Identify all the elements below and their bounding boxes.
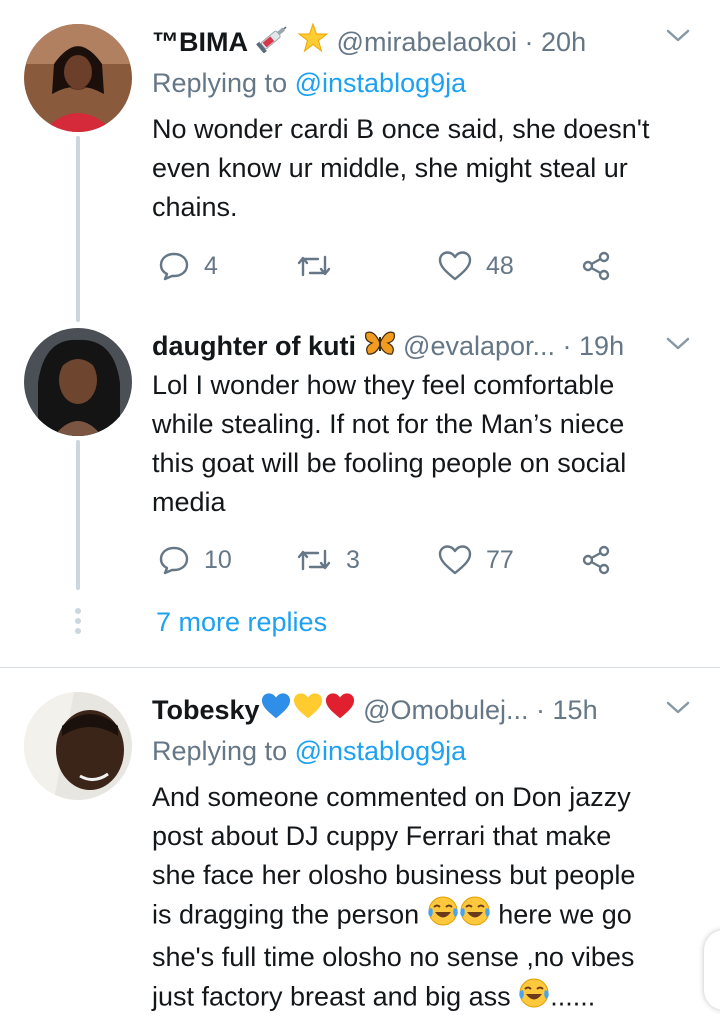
avatar[interactable] (24, 692, 132, 800)
tweet-header: Tobesky @Omobulej... · 15h (152, 690, 696, 730)
chevron-down-icon[interactable] (666, 700, 690, 721)
avatar[interactable] (24, 24, 132, 132)
butterfly-emoji (364, 328, 396, 368)
thread-line (76, 136, 80, 322)
like-count: 48 (486, 251, 514, 280)
share-icon (582, 545, 610, 575)
share-icon (582, 251, 610, 281)
tweet-line-part: is dragging the person (152, 899, 427, 930)
tweet-line: she's full time olosho no sense ,no vibe… (152, 942, 635, 972)
handle[interactable]: @evalapor... (403, 331, 555, 361)
tweet-line: even know ur middle, she might steal ur (152, 153, 628, 183)
replying-to: Replying to @instablog9ja (152, 732, 466, 770)
joy-emoji (518, 977, 550, 1020)
blue-heart-emoji (260, 691, 292, 732)
tweet-line: she face her olosho business but people (152, 860, 636, 890)
tweet-line: is dragging the person here we go (152, 895, 694, 938)
heart-icon (438, 251, 472, 281)
replying-to: Replying to @instablog9ja (152, 64, 466, 102)
tweet-line: chains. (152, 192, 238, 222)
tweet-line: while stealing. If not for the Man’s nie… (152, 409, 625, 439)
tweet-header: daughter of kuti @evalapor... · 19h (152, 326, 696, 366)
more-replies-link[interactable]: 7 more replies (156, 602, 327, 642)
chevron-down-icon[interactable] (666, 28, 690, 49)
tweet-line: post about DJ cuppy Ferrari that make (152, 821, 612, 851)
retweet-icon (297, 549, 331, 571)
joy-emoji (459, 895, 491, 938)
tweet-line: media (152, 487, 226, 517)
tweet-line: And someone commented on Don jazzy (152, 782, 631, 812)
timestamp[interactable]: · 19h (563, 331, 625, 361)
thread-line (76, 440, 80, 590)
tweet-line: Lol I wonder how they feel comfortable (152, 370, 615, 400)
like-count: 77 (486, 545, 514, 574)
tweet-text: And someone commented on Don jazzy post … (152, 778, 694, 1020)
timestamp[interactable]: · 20h (525, 27, 587, 57)
joy-emoji (427, 895, 459, 938)
display-name[interactable]: Tobesky (152, 695, 260, 725)
share-button[interactable] (580, 246, 612, 286)
replying-to-label: Replying to (152, 736, 288, 766)
reply-count: 10 (204, 545, 232, 574)
replying-to-user[interactable]: @instablog9ja (295, 736, 467, 766)
yellow-heart-emoji (292, 691, 324, 732)
compose-fab-edge[interactable] (704, 930, 720, 1010)
red-heart-emoji (324, 691, 356, 732)
divider (0, 667, 720, 668)
retweet-icon (297, 255, 331, 277)
tweet-actions: 10 3 77 (152, 540, 632, 580)
tweet-line-part: ...... (550, 981, 596, 1012)
heart-icon (438, 545, 472, 575)
tweet-line: No wonder cardi B once said, she doesn't (152, 114, 650, 144)
reply-count: 4 (204, 251, 218, 280)
tweet-line-part: just factory breast and big ass (152, 981, 519, 1012)
tweet-line: this goat will be fooling people on soci… (152, 448, 627, 478)
replying-to-user[interactable]: @instablog9ja (295, 68, 467, 98)
like-button[interactable]: 77 (438, 540, 514, 580)
display-name[interactable]: ™BIMA (152, 27, 248, 57)
reply-icon (159, 546, 189, 575)
reply-button[interactable]: 10 (158, 540, 232, 580)
reply-icon (159, 252, 189, 281)
star-emoji (297, 22, 329, 65)
tweet-text: Lol I wonder how they feel comfortable w… (152, 366, 694, 522)
handle[interactable]: @Omobulej... (363, 695, 528, 725)
avatar[interactable] (24, 328, 132, 436)
display-name[interactable]: daughter of kuti (152, 331, 356, 361)
retweet-button[interactable] (296, 246, 346, 286)
chevron-down-icon[interactable] (666, 336, 690, 357)
retweet-button[interactable]: 3 (296, 540, 360, 580)
replying-to-label: Replying to (152, 68, 288, 98)
tweet-line: just factory breast and big ass ...... (152, 977, 694, 1020)
tweet-text: No wonder cardi B once said, she doesn't… (152, 110, 694, 227)
tweet-actions: 4 48 (152, 246, 632, 286)
tweet-line-part: here we go (490, 899, 632, 930)
tweet-header: ™BIMA @mirabelaokoi · 20h (152, 22, 696, 62)
share-button[interactable] (580, 540, 612, 580)
handle[interactable]: @mirabelaokoi (337, 27, 517, 57)
reply-button[interactable]: 4 (158, 246, 218, 286)
like-button[interactable]: 48 (438, 246, 514, 286)
timestamp[interactable]: · 15h (536, 695, 598, 725)
syringe-emoji (255, 23, 290, 64)
retweet-count: 3 (346, 545, 360, 574)
